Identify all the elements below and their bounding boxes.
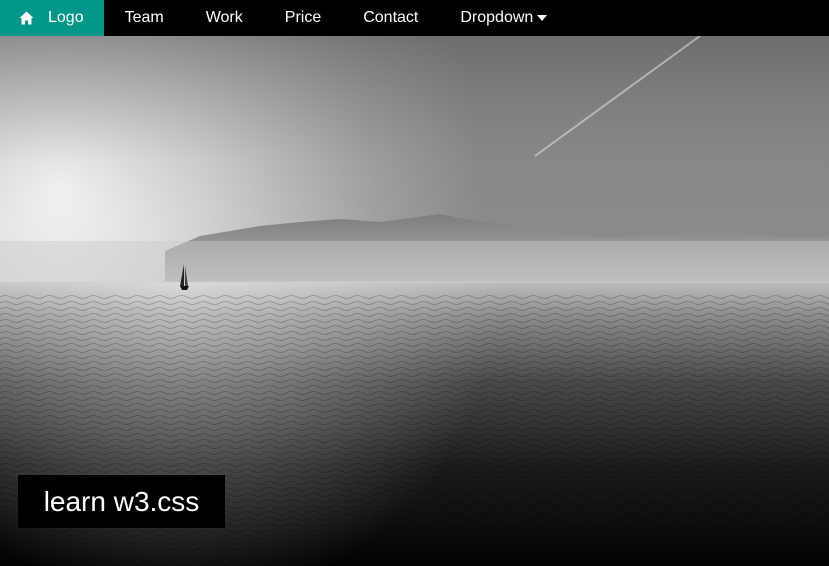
nav-item-contact[interactable]: Contact <box>342 0 439 36</box>
nav-dropdown-label: Dropdown <box>460 9 534 26</box>
nav-dropdown-button[interactable]: Dropdown <box>439 0 568 36</box>
top-navigation-bar: Logo Team Work Price Contact Dropdown <box>0 0 829 36</box>
home-icon <box>19 11 34 25</box>
nav-item-price[interactable]: Price <box>264 0 342 36</box>
nav-item-work[interactable]: Work <box>185 0 264 36</box>
hero-caption: learn w3.css <box>18 475 225 528</box>
nav-logo-link[interactable]: Logo <box>0 0 104 36</box>
nav-item-team[interactable]: Team <box>104 0 185 36</box>
nav-logo-label: Logo <box>48 9 84 26</box>
caret-down-icon <box>537 15 548 21</box>
